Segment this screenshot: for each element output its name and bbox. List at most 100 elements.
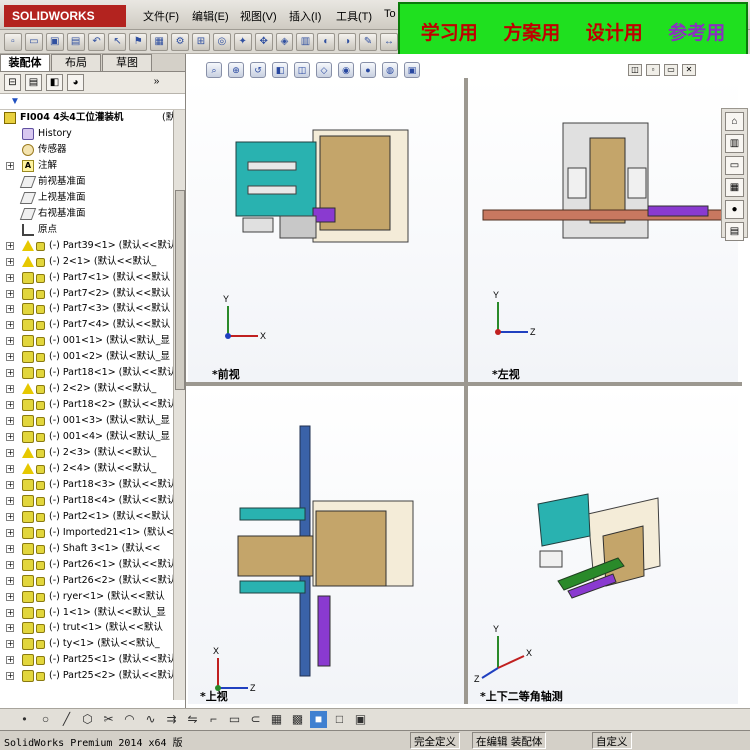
viewport-left[interactable]: Y Z *左视 xyxy=(468,78,738,382)
tab-layout[interactable]: 布局 xyxy=(51,54,101,71)
tree-item[interactable]: + (-) Imported21<1> (默认< xyxy=(0,525,180,541)
tree-item[interactable]: + (-) Part25<1> (默认<<默认 xyxy=(0,652,180,668)
expand-icon[interactable]: + xyxy=(6,480,14,489)
tree-item[interactable]: + (-) Part7<1> (默认<<默认 xyxy=(0,270,180,286)
feature-manager-icon[interactable]: ⊟ xyxy=(4,74,21,91)
view-orientation-icon[interactable]: ◫ xyxy=(294,62,310,78)
file-explorer-icon[interactable]: ▭ xyxy=(725,156,744,175)
tree-item[interactable]: + (-) Part26<2> (默认<<默认 xyxy=(0,573,180,589)
tree-item[interactable]: + (-) Part7<2> (默认<<默认 xyxy=(0,286,180,302)
polygon-icon[interactable]: ⬡ xyxy=(79,711,96,728)
expand-icon[interactable]: + xyxy=(6,449,14,457)
tree-item[interactable]: 上视基准面 xyxy=(0,190,180,206)
menu-edit[interactable]: 编辑(E) xyxy=(192,8,229,24)
exploded-view-icon[interactable]: ◈ xyxy=(275,32,294,51)
home-icon[interactable]: ⌂ xyxy=(725,112,744,131)
expand-icon[interactable]: + xyxy=(6,512,14,521)
view-settings-icon[interactable]: ▣ xyxy=(404,62,420,78)
tree-item[interactable]: + (-) Part7<3> (默认<<默认 xyxy=(0,301,180,317)
viewport-splitter-horizontal[interactable] xyxy=(186,382,742,386)
expand-icon[interactable]: + xyxy=(6,385,14,394)
expand-icon[interactable]: + xyxy=(6,369,14,378)
graphics-area[interactable]: ⌕ ⊕ ↺ ◧ ◫ ◇ ◉ ● ◍ ▣ Y X *前视 Y Z *左视 X Z … xyxy=(186,54,750,708)
viewport-splitter-vertical[interactable] xyxy=(464,78,468,704)
expand-icon[interactable]: + xyxy=(6,624,14,633)
menu-tools[interactable]: 工具(T) xyxy=(336,8,372,24)
menu-file[interactable]: 文件(F) xyxy=(143,8,179,24)
expand-icon[interactable]: + xyxy=(6,592,14,601)
tree-item[interactable]: + (-) Part26<1> (默认<<默认 xyxy=(0,557,180,573)
zoom-area-icon[interactable]: ⊕ xyxy=(228,62,244,78)
zoom-fit-icon[interactable]: ⌕ xyxy=(206,62,222,78)
tree-item[interactable]: + (-) Part7<4> (默认<<默认 xyxy=(0,317,180,333)
offset-icon[interactable]: ⇉ xyxy=(163,711,180,728)
appearances-icon[interactable]: ● xyxy=(725,200,744,219)
minimize-icon[interactable]: ▫ xyxy=(646,64,660,76)
tab-sketch[interactable]: 草图 xyxy=(102,54,152,71)
close-icon[interactable]: ✕ xyxy=(682,64,696,76)
tree-item[interactable]: + (-) ryer<1> (默认<<默认 xyxy=(0,589,180,605)
expand-icon[interactable]: + xyxy=(6,161,14,170)
expand-icon[interactable]: + xyxy=(6,496,14,505)
tree-item[interactable]: + (-) 001<1> (默认<默认_显 xyxy=(0,333,180,349)
mate-icon[interactable]: ◎ xyxy=(212,32,231,51)
expand-icon[interactable]: + xyxy=(6,656,14,665)
options-icon[interactable]: ⚙ xyxy=(171,32,190,51)
shaded-icon[interactable]: ■ xyxy=(310,711,327,728)
tree-root[interactable]: FI004 4头4工位灌装机 (默认<默认 xyxy=(0,110,185,126)
restore-icon[interactable]: ◫ xyxy=(628,64,642,76)
expand-icon[interactable]: + xyxy=(6,273,14,282)
hide-show-items-icon[interactable]: ◉ xyxy=(338,62,354,78)
expand-icon[interactable]: + xyxy=(6,241,14,250)
tree-item[interactable]: + (-) trut<1> (默认<<默认 xyxy=(0,620,180,636)
tree-item[interactable]: 原点 xyxy=(0,222,180,238)
bom-icon[interactable]: ▥ xyxy=(296,32,315,51)
expand-icon[interactable]: + xyxy=(6,417,14,426)
select-icon[interactable]: ↖ xyxy=(108,32,127,51)
hide-show-icon[interactable]: ◑ xyxy=(338,32,357,51)
viewport-isometric[interactable]: Y X Z *上下二等角轴测 xyxy=(468,386,738,704)
expand-icon[interactable]: + xyxy=(6,464,14,473)
rectangle-icon[interactable]: ▭ xyxy=(226,711,243,728)
new-icon[interactable]: ▫ xyxy=(4,32,22,51)
display-style-icon[interactable]: ◇ xyxy=(316,62,332,78)
fillet-icon[interactable]: ⌐ xyxy=(205,711,222,728)
configuration-manager-icon[interactable]: ◧ xyxy=(46,74,63,91)
expand-icon[interactable]: + xyxy=(6,528,14,537)
tree-item[interactable]: + A 注解 xyxy=(0,158,180,174)
tree-item[interactable]: + (-) Part2<1> (默认<<默认 xyxy=(0,509,180,525)
custom-properties-icon[interactable]: ▤ xyxy=(725,222,744,241)
tree-item[interactable]: + (-) 001<2> (默认<默认_显 xyxy=(0,349,180,365)
interference-icon[interactable]: ◐ xyxy=(317,32,336,51)
design-library-icon[interactable]: ▥ xyxy=(725,134,744,153)
tree-item[interactable]: 右视基准面 xyxy=(0,206,180,222)
units-status[interactable]: 自定义 xyxy=(592,732,632,749)
expand-icon[interactable]: + xyxy=(6,640,14,649)
mirror-icon[interactable]: ⇋ xyxy=(184,711,201,728)
tile-icon[interactable]: ▭ xyxy=(664,64,678,76)
expand-icon[interactable]: + xyxy=(6,560,14,569)
property-manager-icon[interactable]: ▤ xyxy=(25,74,42,91)
expand-icon[interactable]: + xyxy=(6,337,14,346)
wireframe-icon[interactable]: □ xyxy=(331,711,348,728)
expand-icon[interactable]: + xyxy=(6,353,14,362)
section-view-icon[interactable]: ◧ xyxy=(272,62,288,78)
tree-item[interactable]: 前视基准面 xyxy=(0,174,180,190)
edit-appearance-icon[interactable]: ● xyxy=(360,62,376,78)
move-component-icon[interactable]: ✥ xyxy=(254,32,273,51)
expand-icon[interactable]: + xyxy=(6,576,14,585)
tree-scrollbar[interactable] xyxy=(173,110,185,700)
file-props-icon[interactable]: ▦ xyxy=(150,32,169,51)
previous-view-icon[interactable]: ↺ xyxy=(250,62,266,78)
tree-item[interactable]: 传感器 xyxy=(0,142,180,158)
tree-item[interactable]: + (-) 2<3> (默认<<默认_ xyxy=(0,445,180,461)
tree-item[interactable]: + (-) Part18<2> (默认<<默认 xyxy=(0,397,180,413)
tree-item[interactable]: + (-) Part18<1> (默认<<默认 xyxy=(0,365,180,381)
expand-icon[interactable]: + xyxy=(6,321,14,330)
spline-icon[interactable]: ∿ xyxy=(142,711,159,728)
measure-icon[interactable]: ↔ xyxy=(380,32,398,51)
line-icon[interactable]: ╱ xyxy=(58,711,75,728)
tree-item[interactable]: + (-) Part39<1> (默认<<默认 xyxy=(0,238,180,254)
tree-item[interactable]: + (-) 2<4> (默认<<默认_ xyxy=(0,461,180,477)
save-icon[interactable]: ▣ xyxy=(45,32,64,51)
